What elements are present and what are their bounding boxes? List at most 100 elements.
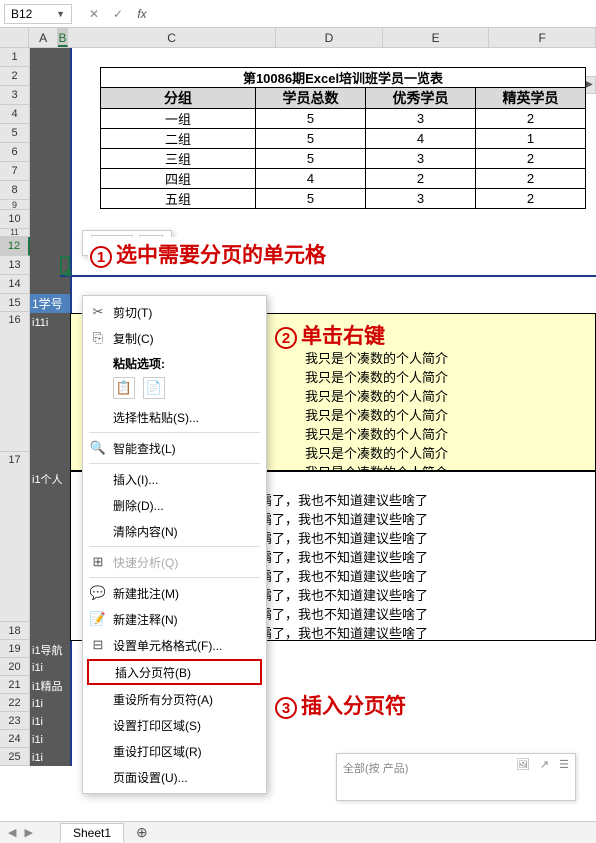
row-header[interactable]: 11 — [0, 229, 30, 237]
row-header[interactable]: 25 — [0, 748, 30, 766]
fx-icon[interactable]: fx — [132, 7, 152, 21]
col-header-F[interactable]: F — [489, 28, 596, 47]
menu-copy[interactable]: ⎘复制(C) — [83, 325, 266, 351]
table-cell[interactable]: 3 — [366, 189, 476, 209]
row-header[interactable]: 18 — [0, 622, 30, 640]
table-cell[interactable]: 3 — [366, 109, 476, 129]
paste-icon-1[interactable]: 📋 — [113, 377, 135, 399]
row-header[interactable]: 5 — [0, 124, 30, 143]
table-cell[interactable]: 4 — [256, 169, 366, 189]
row-header[interactable]: 7 — [0, 162, 30, 181]
table-cell[interactable]: 2 — [366, 169, 476, 189]
row-header[interactable]: 8 — [0, 181, 30, 200]
col-header-D[interactable]: D — [276, 28, 383, 47]
cancel-icon[interactable]: ✕ — [84, 7, 104, 21]
context-menu: ✂剪切(T) ⎘复制(C) 粘贴选项: 📋 📄 选择性粘贴(S)... 🔍智能查… — [82, 295, 267, 794]
table-cell[interactable]: 二组 — [101, 129, 256, 149]
row-header[interactable]: 22 — [0, 694, 30, 712]
row-header[interactable]: 17 — [0, 452, 30, 622]
menu-new-note[interactable]: 📝新建注释(N) — [83, 606, 266, 632]
menu-reset-breaks[interactable]: 重设所有分页符(A) — [83, 686, 266, 712]
column-headers: A B C D E F — [0, 28, 596, 48]
table-title: 第10086期Excel培训班学员一览表 — [101, 68, 586, 88]
float-panel-text: 全部(按 产品) — [343, 763, 408, 775]
table-cell[interactable]: 五组 — [101, 189, 256, 209]
annotation-3b: 3插入分页符 — [275, 690, 406, 720]
menu-delete[interactable]: 删除(D)... — [83, 492, 266, 518]
table-cell[interactable]: 5 — [256, 189, 366, 209]
menu-format-cells[interactable]: ⊟设置单元格格式(F)... — [83, 632, 266, 658]
row15-label: i11i — [30, 314, 70, 332]
col-header-C[interactable]: C — [68, 28, 276, 47]
col-header-A[interactable]: A — [29, 28, 58, 47]
row-header[interactable]: 14 — [0, 275, 30, 294]
col-header-E[interactable]: E — [383, 28, 490, 47]
row-header[interactable]: 6 — [0, 143, 30, 162]
intro-line: 我只是个凑数的个人简介 — [305, 386, 448, 405]
row-header[interactable]: 23 — [0, 712, 30, 730]
floating-panel[interactable]: 全部(按 产品) 🖼 ↗ ☰ — [336, 753, 576, 801]
paste-icon-2[interactable]: 📄 — [143, 377, 165, 399]
table-cell[interactable]: 2 — [476, 169, 586, 189]
menu-quick-analysis: ⊞快速分析(Q) — [83, 549, 266, 575]
table-cell[interactable]: 3 — [366, 149, 476, 169]
intro-line: 我只是个凑数的个人简介 — [305, 367, 448, 386]
row-header[interactable]: 10 — [0, 210, 30, 229]
table-cell[interactable]: 2 — [476, 149, 586, 169]
table-cell[interactable]: 5 — [256, 109, 366, 129]
table-cell[interactable]: 1 — [476, 129, 586, 149]
formula-bar: B12 ▼ ✕ ✓ fx — [0, 0, 596, 28]
training-table: 第10086期Excel培训班学员一览表 分组 学员总数 优秀学员 精英学员 一… — [100, 67, 586, 209]
table-cell[interactable]: 5 — [256, 149, 366, 169]
cut-icon: ✂ — [89, 304, 107, 320]
row-header[interactable]: 20 — [0, 658, 30, 676]
row-header[interactable]: 13 — [0, 256, 30, 275]
menu-paste-special[interactable]: 选择性粘贴(S)... — [83, 404, 266, 430]
row-header[interactable]: 12 — [0, 237, 30, 256]
name-box[interactable]: B12 ▼ — [4, 4, 72, 24]
format-icon: ⊟ — [89, 637, 107, 653]
table-cell[interactable]: 一组 — [101, 109, 256, 129]
menu-smart-lookup[interactable]: 🔍智能查找(L) — [83, 435, 266, 461]
row-header[interactable]: 4 — [0, 105, 30, 124]
table-cell[interactable]: 三组 — [101, 149, 256, 169]
intro-line: 我只是个凑数的个人简介 — [305, 348, 448, 367]
row-header[interactable]: 21 — [0, 676, 30, 694]
row-header[interactable]: 24 — [0, 730, 30, 748]
tab-prev-icon[interactable]: ◀ — [8, 826, 16, 839]
row-header[interactable]: 15 — [0, 294, 30, 312]
menu-page-break[interactable]: 插入分页符(B) — [87, 659, 262, 685]
table-cell[interactable]: 四组 — [101, 169, 256, 189]
chevron-down-icon[interactable]: ▼ — [56, 9, 65, 19]
add-sheet-icon[interactable]: ⊕ — [128, 822, 156, 843]
col-header-B[interactable]: B — [58, 28, 68, 47]
menu-cut[interactable]: ✂剪切(T) — [83, 299, 266, 325]
menu-clear[interactable]: 清除内容(N) — [83, 518, 266, 544]
row-header[interactable]: 1 — [0, 48, 30, 67]
menu-insert[interactable]: 插入(I)... — [83, 466, 266, 492]
row-header[interactable]: 16 — [0, 312, 30, 452]
select-all-corner[interactable] — [0, 28, 29, 47]
annotation-2: 2单击右键 — [275, 320, 385, 350]
image-icon[interactable]: 🖼 — [516, 758, 530, 771]
table-cell[interactable]: 2 — [476, 189, 586, 209]
menu-icon[interactable]: ☰ — [559, 758, 569, 771]
menu-page-setup[interactable]: 页面设置(U)... — [83, 764, 266, 790]
search-icon: 🔍 — [89, 440, 107, 456]
row-header[interactable]: 2 — [0, 67, 30, 86]
table-cell[interactable]: 4 — [366, 129, 476, 149]
menu-print-area[interactable]: 设置打印区域(S) — [83, 712, 266, 738]
row-header[interactable]: 9 — [0, 200, 30, 210]
table-cell[interactable]: 2 — [476, 109, 586, 129]
row-header[interactable]: 3 — [0, 86, 30, 105]
row14-label: 1学号 — [30, 294, 70, 313]
sheet-tab-1[interactable]: Sheet1 — [60, 823, 124, 842]
menu-new-comment[interactable]: 💬新建批注(M) — [83, 580, 266, 606]
row-label: i1i — [30, 695, 70, 713]
row-header[interactable]: 19 — [0, 640, 30, 658]
table-cell[interactable]: 5 — [256, 129, 366, 149]
share-icon[interactable]: ↗ — [540, 758, 549, 771]
tab-next-icon[interactable]: ▶ — [24, 826, 32, 839]
confirm-icon[interactable]: ✓ — [108, 7, 128, 21]
menu-reset-print[interactable]: 重设打印区域(R) — [83, 738, 266, 764]
